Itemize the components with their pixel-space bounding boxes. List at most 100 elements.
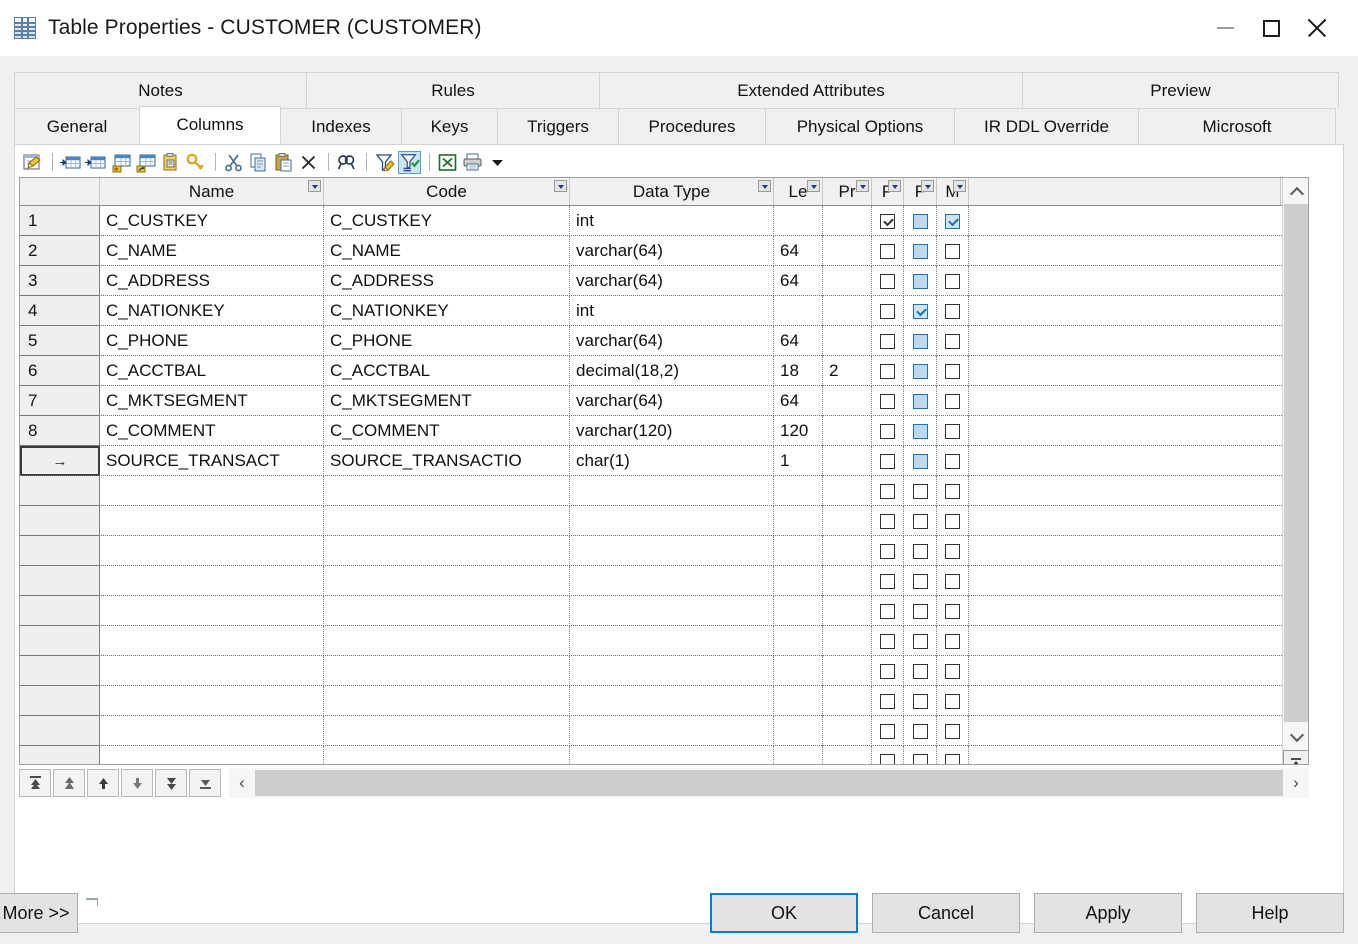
cell-length[interactable] bbox=[774, 746, 823, 764]
primary-checkbox[interactable] bbox=[880, 363, 895, 379]
cell-precision[interactable]: 2 bbox=[823, 356, 872, 386]
foreign-checkbox[interactable] bbox=[912, 633, 928, 649]
cell-datatype[interactable]: char(1) bbox=[570, 446, 774, 476]
grid-header-foreign[interactable]: F bbox=[904, 178, 937, 205]
cell-code[interactable] bbox=[324, 626, 570, 656]
cell-foreign[interactable] bbox=[904, 536, 937, 566]
tab-ir-ddl-override[interactable]: IR DDL Override bbox=[954, 108, 1139, 144]
cell-primary[interactable] bbox=[872, 566, 904, 596]
mandatory-checkbox[interactable] bbox=[945, 453, 960, 469]
tab-columns[interactable]: Columns bbox=[139, 106, 281, 144]
cell-primary[interactable] bbox=[872, 236, 904, 266]
cell-length[interactable] bbox=[774, 626, 823, 656]
foreign-checkbox[interactable] bbox=[912, 663, 928, 679]
table-row[interactable]: 7 C_MKTSEGMENT C_MKTSEGMENT varchar(64) 64 bbox=[20, 386, 1282, 416]
columns-data-grid[interactable]: Name Code Data Type Le Pr PFM 1 C_CUSTKEY C_CUS… bbox=[19, 177, 1309, 765]
cell-name[interactable]: C_NAME bbox=[100, 236, 324, 266]
cell-datatype[interactable] bbox=[570, 656, 774, 686]
tab-procedures[interactable]: Procedures bbox=[618, 108, 766, 144]
primary-checkbox[interactable] bbox=[880, 273, 895, 289]
cell-name[interactable]: C_COMMENT bbox=[100, 416, 324, 446]
cell-code[interactable] bbox=[324, 656, 570, 686]
cell-code[interactable]: C_MKTSEGMENT bbox=[324, 386, 570, 416]
cell-primary[interactable] bbox=[872, 386, 904, 416]
cell-precision[interactable] bbox=[823, 476, 872, 506]
cell-name[interactable] bbox=[100, 536, 324, 566]
row-header[interactable] bbox=[20, 596, 100, 626]
mandatory-checkbox[interactable] bbox=[945, 303, 960, 319]
grid-header-datatype[interactable]: Data Type bbox=[570, 178, 774, 205]
cell-foreign[interactable] bbox=[904, 506, 937, 536]
cell-name[interactable]: C_ADDRESS bbox=[100, 266, 324, 296]
tab-triggers[interactable]: Triggers bbox=[497, 108, 619, 144]
cell-precision[interactable] bbox=[823, 566, 872, 596]
cell-mandatory[interactable] bbox=[937, 266, 969, 296]
cell-code[interactable]: C_NAME bbox=[324, 236, 570, 266]
cell-mandatory[interactable] bbox=[937, 326, 969, 356]
table-row[interactable] bbox=[20, 506, 1282, 536]
insert-row-icon[interactable] bbox=[59, 151, 82, 174]
table-row[interactable] bbox=[20, 656, 1282, 686]
move-first-button[interactable] bbox=[19, 769, 51, 797]
cancel-button[interactable]: Cancel bbox=[872, 893, 1020, 933]
cell-code[interactable]: C_ADDRESS bbox=[324, 266, 570, 296]
cell-datatype[interactable]: varchar(64) bbox=[570, 236, 774, 266]
row-header[interactable]: 5 bbox=[20, 326, 100, 356]
cell-length[interactable] bbox=[774, 506, 823, 536]
cell-precision[interactable] bbox=[823, 686, 872, 716]
chevron-down-icon[interactable] bbox=[308, 180, 321, 192]
cell-mandatory[interactable] bbox=[937, 506, 969, 536]
cell-mandatory[interactable] bbox=[937, 626, 969, 656]
cell-mandatory[interactable] bbox=[937, 536, 969, 566]
cell-foreign[interactable] bbox=[904, 386, 937, 416]
cell-foreign[interactable] bbox=[904, 716, 937, 746]
cell-foreign[interactable] bbox=[904, 626, 937, 656]
cell-precision[interactable] bbox=[823, 416, 872, 446]
cell-datatype[interactable]: varchar(64) bbox=[570, 266, 774, 296]
cell-name[interactable]: SOURCE_TRANSACT bbox=[100, 446, 324, 476]
cell-code[interactable]: C_CUSTKEY bbox=[324, 206, 570, 236]
cell-name[interactable] bbox=[100, 656, 324, 686]
cell-name[interactable]: C_ACCTBAL bbox=[100, 356, 324, 386]
cell-length[interactable] bbox=[774, 476, 823, 506]
mandatory-checkbox[interactable] bbox=[945, 693, 960, 709]
table-row[interactable] bbox=[20, 596, 1282, 626]
chevron-down-icon[interactable] bbox=[856, 180, 869, 192]
cell-code[interactable] bbox=[324, 566, 570, 596]
help-button[interactable]: Help bbox=[1196, 893, 1344, 933]
chevron-down-icon[interactable] bbox=[554, 180, 567, 192]
primary-checkbox[interactable] bbox=[880, 693, 895, 709]
grid-header-primary[interactable]: P bbox=[872, 178, 904, 205]
cell-name[interactable] bbox=[100, 596, 324, 626]
cell-datatype[interactable] bbox=[570, 746, 774, 764]
row-header[interactable] bbox=[20, 716, 100, 746]
row-header[interactable] bbox=[20, 656, 100, 686]
grid-vertical-scrollbar[interactable] bbox=[1282, 178, 1308, 764]
cell-mandatory[interactable] bbox=[937, 686, 969, 716]
primary-checkbox[interactable] bbox=[880, 393, 895, 409]
cell-primary[interactable] bbox=[872, 206, 904, 236]
primary-checkbox[interactable] bbox=[880, 513, 895, 529]
mandatory-checkbox[interactable] bbox=[945, 543, 960, 559]
cell-primary[interactable] bbox=[872, 416, 904, 446]
cell-datatype[interactable]: int bbox=[570, 296, 774, 326]
cell-name[interactable]: C_CUSTKEY bbox=[100, 206, 324, 236]
scroll-up-button[interactable] bbox=[1283, 178, 1308, 204]
primary-checkbox[interactable] bbox=[880, 213, 895, 229]
customize-filter-icon[interactable] bbox=[373, 151, 396, 174]
row-header[interactable] bbox=[20, 476, 100, 506]
minimize-button[interactable] bbox=[1202, 8, 1248, 48]
cell-name[interactable] bbox=[100, 626, 324, 656]
cell-name[interactable]: C_NATIONKEY bbox=[100, 296, 324, 326]
cell-precision[interactable] bbox=[823, 326, 872, 356]
row-header[interactable]: 4 bbox=[20, 296, 100, 326]
grid-body[interactable]: 1 C_CUSTKEY C_CUSTKEY int 2 C_NAME C_NAME varch… bbox=[20, 206, 1282, 764]
cell-primary[interactable] bbox=[872, 356, 904, 386]
primary-checkbox[interactable] bbox=[880, 603, 895, 619]
delete-icon[interactable] bbox=[297, 151, 320, 174]
row-header[interactable]: → bbox=[20, 446, 100, 476]
mandatory-checkbox[interactable] bbox=[945, 573, 960, 589]
hscroll-left-button[interactable]: ‹ bbox=[229, 769, 255, 797]
key-icon[interactable] bbox=[184, 151, 207, 174]
chevron-down-icon[interactable] bbox=[888, 180, 901, 192]
